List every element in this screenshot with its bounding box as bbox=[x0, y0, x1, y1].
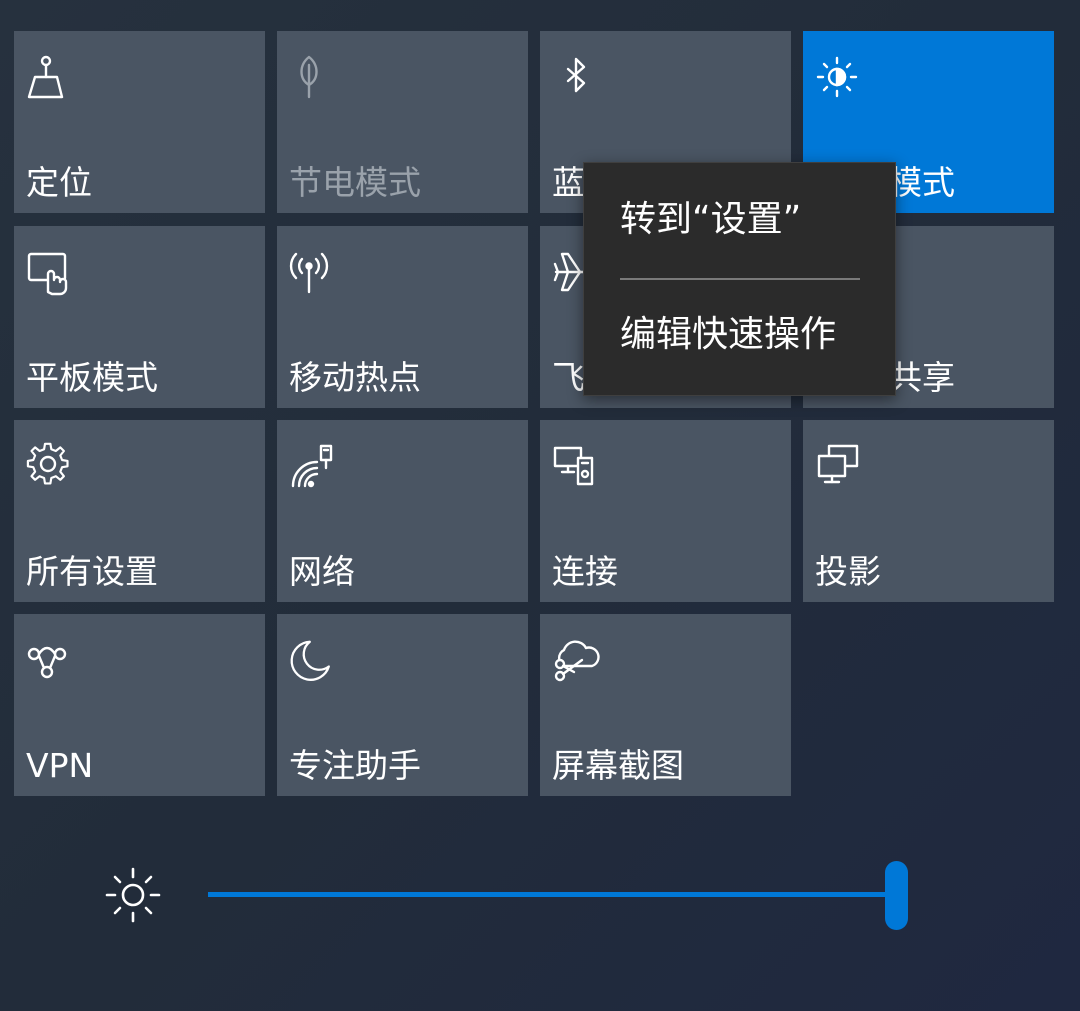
location-icon bbox=[26, 53, 74, 101]
tile-label: 平板模式 bbox=[26, 358, 158, 397]
context-menu: 转到“设置” 编辑快速操作 bbox=[583, 162, 896, 396]
tile-label: 蓝 bbox=[552, 163, 585, 202]
tile-label: 飞 bbox=[552, 358, 585, 397]
vpn-icon bbox=[26, 636, 74, 684]
moon-icon bbox=[289, 636, 337, 684]
tile-label: 共享 bbox=[889, 358, 955, 397]
tile-label: VPN bbox=[26, 746, 94, 785]
tile-label: 连接 bbox=[552, 552, 618, 591]
menu-item-edit-quick-actions[interactable]: 编辑快速操作 bbox=[620, 313, 836, 357]
tile-battery-saver[interactable]: 节电模式 bbox=[277, 31, 528, 213]
tile-network[interactable]: 网络 bbox=[277, 420, 528, 602]
mobile-hotspot-icon bbox=[289, 248, 337, 296]
tile-connect[interactable]: 连接 bbox=[540, 420, 791, 602]
network-icon bbox=[289, 442, 337, 490]
battery-saver-icon bbox=[289, 53, 337, 101]
tile-label: 投影 bbox=[815, 552, 881, 591]
gear-icon bbox=[26, 442, 74, 490]
tile-label: 网络 bbox=[289, 552, 355, 591]
brightness-slider-fill bbox=[208, 892, 908, 897]
tile-screen-snip[interactable]: 屏幕截图 bbox=[540, 614, 791, 796]
tile-all-settings[interactable]: 所有设置 bbox=[14, 420, 265, 602]
tile-location[interactable]: 定位 bbox=[14, 31, 265, 213]
brightness-slider-thumb[interactable] bbox=[885, 861, 908, 930]
tile-label: 节电模式 bbox=[289, 163, 421, 202]
tablet-mode-icon bbox=[26, 248, 74, 296]
project-icon bbox=[815, 442, 863, 490]
menu-separator bbox=[620, 278, 860, 280]
tile-label: 模式 bbox=[889, 163, 955, 202]
connect-icon bbox=[552, 442, 600, 490]
tile-project[interactable]: 投影 bbox=[803, 420, 1054, 602]
tile-vpn[interactable]: VPN bbox=[14, 614, 265, 796]
tile-mobile-hotspot[interactable]: 移动热点 bbox=[277, 226, 528, 408]
tile-label: 所有设置 bbox=[26, 552, 158, 591]
tile-label: 移动热点 bbox=[289, 358, 421, 397]
menu-item-go-to-settings[interactable]: 转到“设置” bbox=[620, 198, 801, 242]
screen-snip-icon bbox=[552, 636, 600, 684]
tile-focus-assist[interactable]: 专注助手 bbox=[277, 614, 528, 796]
tile-label: 定位 bbox=[26, 163, 92, 202]
sun-icon bbox=[104, 866, 162, 924]
tile-label: 屏幕截图 bbox=[552, 746, 684, 785]
brightness-slider[interactable] bbox=[208, 892, 908, 897]
tile-label: 专注助手 bbox=[289, 746, 421, 785]
tile-tablet-mode[interactable]: 平板模式 bbox=[14, 226, 265, 408]
night-light-icon bbox=[815, 53, 863, 101]
bluetooth-icon bbox=[552, 53, 600, 101]
